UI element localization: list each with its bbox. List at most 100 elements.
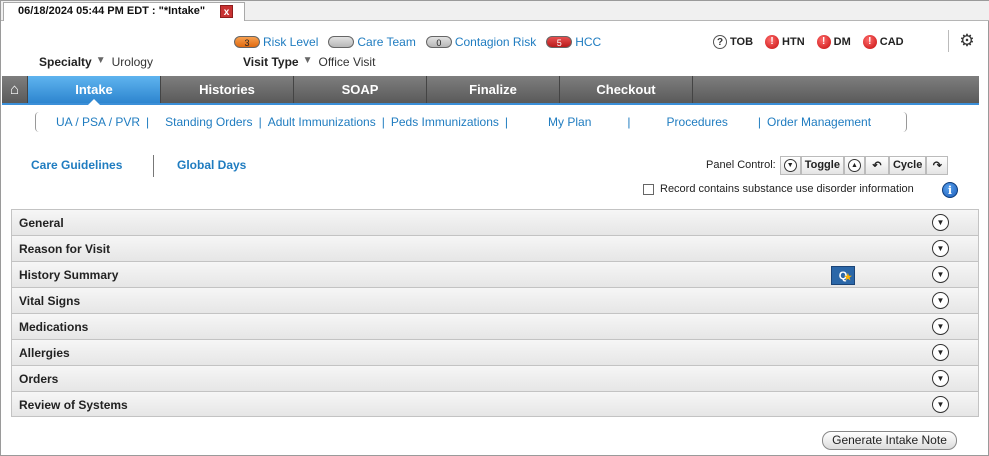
- close-icon[interactable]: x: [220, 5, 233, 18]
- panel-title: Reason for Visit: [19, 242, 111, 256]
- question-icon: ?: [713, 35, 727, 49]
- chevron-down-icon[interactable]: ▼: [96, 55, 106, 69]
- panel-general[interactable]: General ▼: [11, 209, 979, 235]
- contagion-risk-count: 0: [425, 36, 452, 48]
- subnav-my-plan[interactable]: My Plan: [542, 115, 597, 129]
- chevron-down-icon[interactable]: ▼: [932, 344, 949, 361]
- subnav-order-management[interactable]: Order Management: [761, 115, 877, 129]
- indicator-label: DM: [833, 36, 851, 48]
- home-icon[interactable]: ⌂: [2, 76, 28, 103]
- app-window: 06/18/2024 05:44 PM EDT : "*Intake" x 3 …: [0, 0, 989, 456]
- panel-title: Review of Systems: [19, 398, 128, 412]
- chevron-down-icon: ▼: [783, 158, 797, 172]
- panel-title: General: [19, 216, 64, 230]
- subnav-adult-immunizations[interactable]: Adult Immunizations: [262, 115, 382, 129]
- subnav-procedures[interactable]: Procedures: [661, 115, 734, 129]
- panel-reason-for-visit[interactable]: Reason for Visit ▼: [11, 235, 979, 261]
- divider: [153, 155, 154, 177]
- chevron-down-icon[interactable]: ▼: [932, 396, 949, 413]
- care-guidelines-link[interactable]: Care Guidelines: [31, 158, 122, 172]
- quality-badge-icon[interactable]: Q ★: [831, 266, 855, 285]
- chevron-down-icon[interactable]: ▼: [932, 240, 949, 257]
- chevron-up-icon: ▲: [847, 158, 861, 172]
- cycle-back-icon[interactable]: ↶: [864, 155, 889, 175]
- panel-allergies[interactable]: Allergies ▼: [11, 339, 979, 365]
- panel-title: History Summary: [19, 268, 119, 282]
- specialty-selector[interactable]: Specialty ▼ Urology: [39, 55, 153, 69]
- risk-level-link[interactable]: Risk Level: [263, 35, 318, 49]
- visit-type-value: Office Visit: [318, 55, 376, 69]
- divider: |: [504, 115, 509, 129]
- visit-type-label: Visit Type: [243, 55, 299, 69]
- divider: |: [627, 115, 631, 129]
- substance-use-checkbox[interactable]: [643, 183, 654, 195]
- collapse-all-button[interactable]: ▼: [779, 155, 801, 175]
- indicator-htn[interactable]: ! HTN: [765, 35, 805, 49]
- gear-icon[interactable]: ⚙: [957, 31, 977, 51]
- document-tab[interactable]: 06/18/2024 05:44 PM EDT : "*Intake" x: [3, 2, 245, 21]
- cycle-forward-icon[interactable]: ↷: [926, 155, 949, 175]
- chevron-down-icon[interactable]: ▼: [932, 370, 949, 387]
- panel-title: Orders: [19, 372, 59, 386]
- panel-title: Medications: [19, 320, 89, 334]
- subnav-peds-immunizations[interactable]: Peds Immunizations: [385, 115, 505, 129]
- chevron-down-icon[interactable]: ▼: [932, 318, 949, 335]
- specialty-value: Urology: [111, 55, 153, 69]
- problem-indicators: ? TOB ! HTN ! DM ! CAD: [713, 34, 916, 50]
- indicator-tob[interactable]: ? TOB: [713, 35, 753, 49]
- tab-intake[interactable]: Intake: [28, 76, 161, 105]
- hcc-link[interactable]: HCC: [575, 35, 601, 49]
- visit-type-selector[interactable]: Visit Type ▼ Office Visit: [243, 55, 375, 69]
- divider: [948, 30, 949, 52]
- expand-all-button[interactable]: ▲: [843, 155, 865, 175]
- star-icon: ★: [843, 272, 852, 282]
- toggle-button[interactable]: Toggle: [800, 155, 844, 175]
- indicator-label: CAD: [879, 36, 904, 48]
- chevron-down-icon[interactable]: ▼: [303, 55, 313, 69]
- hcc-count: 5: [546, 36, 573, 48]
- chevron-down-icon[interactable]: ▼: [932, 214, 949, 231]
- alert-icon: !: [816, 35, 831, 49]
- intake-subnav: UA / PSA / PVR | Standing Orders | Adult…: [35, 112, 907, 132]
- tab-soap[interactable]: SOAP: [294, 76, 427, 103]
- indicator-dm[interactable]: ! DM: [816, 35, 851, 49]
- intake-panels: General ▼ Reason for Visit ▼ History Sum…: [11, 209, 979, 417]
- alert-icon: !: [765, 35, 780, 49]
- panel-medications[interactable]: Medications ▼: [11, 313, 979, 339]
- panel-title: Allergies: [19, 346, 70, 360]
- patient-badges: 3 Risk Level Care Team 0 Contagion Risk …: [234, 34, 611, 50]
- subnav-standing-orders[interactable]: Standing Orders: [159, 115, 258, 129]
- cycle-button[interactable]: Cycle: [888, 155, 927, 175]
- panel-control-label: Panel Control:: [706, 159, 776, 171]
- tab-checkout[interactable]: Checkout: [560, 76, 693, 103]
- tab-histories[interactable]: Histories: [161, 76, 294, 103]
- contagion-risk-link[interactable]: Contagion Risk: [455, 35, 536, 49]
- alert-icon: !: [862, 35, 877, 49]
- generate-intake-note-button[interactable]: Generate Intake Note: [822, 431, 957, 450]
- care-team-link[interactable]: Care Team: [357, 35, 415, 49]
- main-tab-bar: ⌂ Intake Histories SOAP Finalize Checkou…: [2, 76, 979, 105]
- document-tab-bar: 06/18/2024 05:44 PM EDT : "*Intake" x: [1, 1, 989, 21]
- chevron-down-icon[interactable]: ▼: [932, 292, 949, 309]
- global-days-link[interactable]: Global Days: [177, 158, 246, 172]
- panel-review-of-systems[interactable]: Review of Systems ▼: [11, 391, 979, 417]
- risk-level-count: 3: [234, 36, 260, 48]
- indicator-label: HTN: [782, 36, 805, 48]
- tab-finalize[interactable]: Finalize: [427, 76, 560, 103]
- divider: |: [146, 115, 150, 129]
- subnav-ua-psa-pvr[interactable]: UA / PSA / PVR: [50, 115, 146, 129]
- substance-use-checkbox-row[interactable]: Record contains substance use disorder i…: [643, 183, 914, 195]
- document-tab-title: 06/18/2024 05:44 PM EDT : "*Intake": [18, 5, 206, 17]
- care-team-pill: [328, 36, 355, 48]
- substance-use-label: Record contains substance use disorder i…: [660, 183, 914, 195]
- panel-vital-signs[interactable]: Vital Signs ▼: [11, 287, 979, 313]
- info-icon[interactable]: i: [942, 182, 958, 198]
- panel-history-summary[interactable]: History Summary Q ★ ▼: [11, 261, 979, 287]
- chevron-down-icon[interactable]: ▼: [932, 266, 949, 283]
- specialty-label: Specialty: [39, 55, 92, 69]
- panel-orders[interactable]: Orders ▼: [11, 365, 979, 391]
- indicator-label: TOB: [730, 36, 754, 48]
- panel-control: Panel Control: ▼ Toggle ▲ ↶ Cycle ↷: [706, 155, 949, 175]
- indicator-cad[interactable]: ! CAD: [862, 35, 904, 49]
- panel-title: Vital Signs: [19, 294, 81, 308]
